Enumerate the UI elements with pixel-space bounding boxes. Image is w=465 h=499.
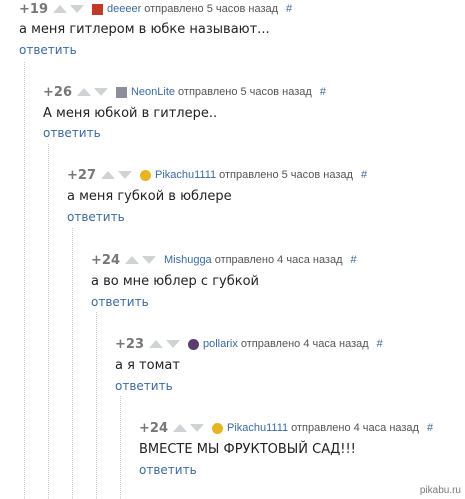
comment-header: +27 Pikachu1111 отправлено 5 часов назад… <box>67 167 367 183</box>
comment-text: а меня губкой в юблере <box>67 189 232 204</box>
comment-timestamp: отправлено 5 часов назад <box>178 86 312 98</box>
thread-line <box>48 144 49 499</box>
site-watermark: pikabu.ru <box>419 485 461 496</box>
reply-link[interactable]: ответить <box>115 379 173 393</box>
comment-text: а во мне юблер с губкой <box>91 274 260 289</box>
upvote-arrow-icon[interactable] <box>52 5 67 13</box>
reply-link[interactable]: ответить <box>91 295 149 309</box>
comment-rating: +24 <box>91 252 120 268</box>
comment-permalink[interactable]: # <box>361 169 367 181</box>
avatar[interactable] <box>187 338 199 350</box>
upvote-arrow-icon[interactable] <box>124 256 139 264</box>
upvote-arrow-icon[interactable] <box>100 171 115 179</box>
comment-text: а я томат <box>115 358 180 373</box>
comment-rating: +19 <box>19 1 48 17</box>
comment-rating: +23 <box>115 336 144 352</box>
comment-timestamp: отправлено 5 часов назад <box>219 169 353 181</box>
comment-header: +24 Mishugga отправлено 4 часа назад # <box>91 252 357 268</box>
thread-line <box>96 312 97 499</box>
comment-text: А меня юбкой в гитлере.. <box>43 106 218 121</box>
comment-timestamp: отправлено 4 часа назад <box>214 254 343 266</box>
downvote-arrow-icon[interactable] <box>189 424 204 432</box>
reply-link[interactable]: ответить <box>139 463 197 477</box>
avatar[interactable] <box>139 169 151 181</box>
comment-text: а меня гитлером в юбке называют... <box>19 22 270 37</box>
downvote-arrow-icon[interactable] <box>93 88 108 96</box>
thread-line <box>72 228 73 499</box>
thread-line <box>24 62 25 499</box>
comment-text: ВМЕСТЕ МЫ ФРУКТОВЫЙ САД!!! <box>139 442 356 457</box>
comment-rating: +24 <box>139 420 168 436</box>
comment-header: +24 Pikachu1111 отправлено 4 часа назад … <box>139 420 433 436</box>
reply-link[interactable]: ответить <box>67 210 125 224</box>
avatar[interactable] <box>115 86 127 98</box>
comment-timestamp: отправлено 4 часа назад <box>240 338 369 350</box>
comment-permalink[interactable]: # <box>427 422 433 434</box>
upvote-arrow-icon[interactable] <box>76 88 91 96</box>
avatar[interactable] <box>91 3 103 15</box>
comment-username[interactable]: Mishugga <box>164 254 212 266</box>
comment-permalink[interactable]: # <box>377 338 383 350</box>
comment-username[interactable]: Pikachu1111 <box>227 422 288 434</box>
downvote-arrow-icon[interactable] <box>141 256 156 264</box>
comment-header: +23 pollarix отправлено 4 часа назад # <box>115 336 383 352</box>
avatar[interactable] <box>211 422 223 434</box>
comment-username[interactable]: pollarix <box>203 338 238 350</box>
comment-rating: +26 <box>43 84 72 100</box>
comment-username[interactable]: Pikachu1111 <box>155 169 216 181</box>
comment-permalink[interactable]: # <box>286 3 292 15</box>
comment-username[interactable]: NeonLite <box>131 86 175 98</box>
thread-line <box>120 396 121 499</box>
downvote-arrow-icon[interactable] <box>69 5 84 13</box>
comment-rating: +27 <box>67 167 96 183</box>
reply-link[interactable]: ответить <box>19 43 77 57</box>
comment-username[interactable]: deeeer <box>107 3 141 15</box>
comment-permalink[interactable]: # <box>320 86 326 98</box>
upvote-arrow-icon[interactable] <box>172 424 187 432</box>
comment-permalink[interactable]: # <box>351 254 357 266</box>
upvote-arrow-icon[interactable] <box>148 340 163 348</box>
comment-timestamp: отправлено 5 часов назад <box>144 3 279 15</box>
comment-timestamp: отправлено 4 часа назад <box>291 422 419 434</box>
downvote-arrow-icon[interactable] <box>165 340 180 348</box>
downvote-arrow-icon[interactable] <box>117 171 132 179</box>
reply-link[interactable]: ответить <box>43 126 101 140</box>
comment-header: +19 deeeer отправлено 5 часов назад # <box>19 1 292 17</box>
comment-header: +26 NeonLite отправлено 5 часов назад # <box>43 84 326 100</box>
